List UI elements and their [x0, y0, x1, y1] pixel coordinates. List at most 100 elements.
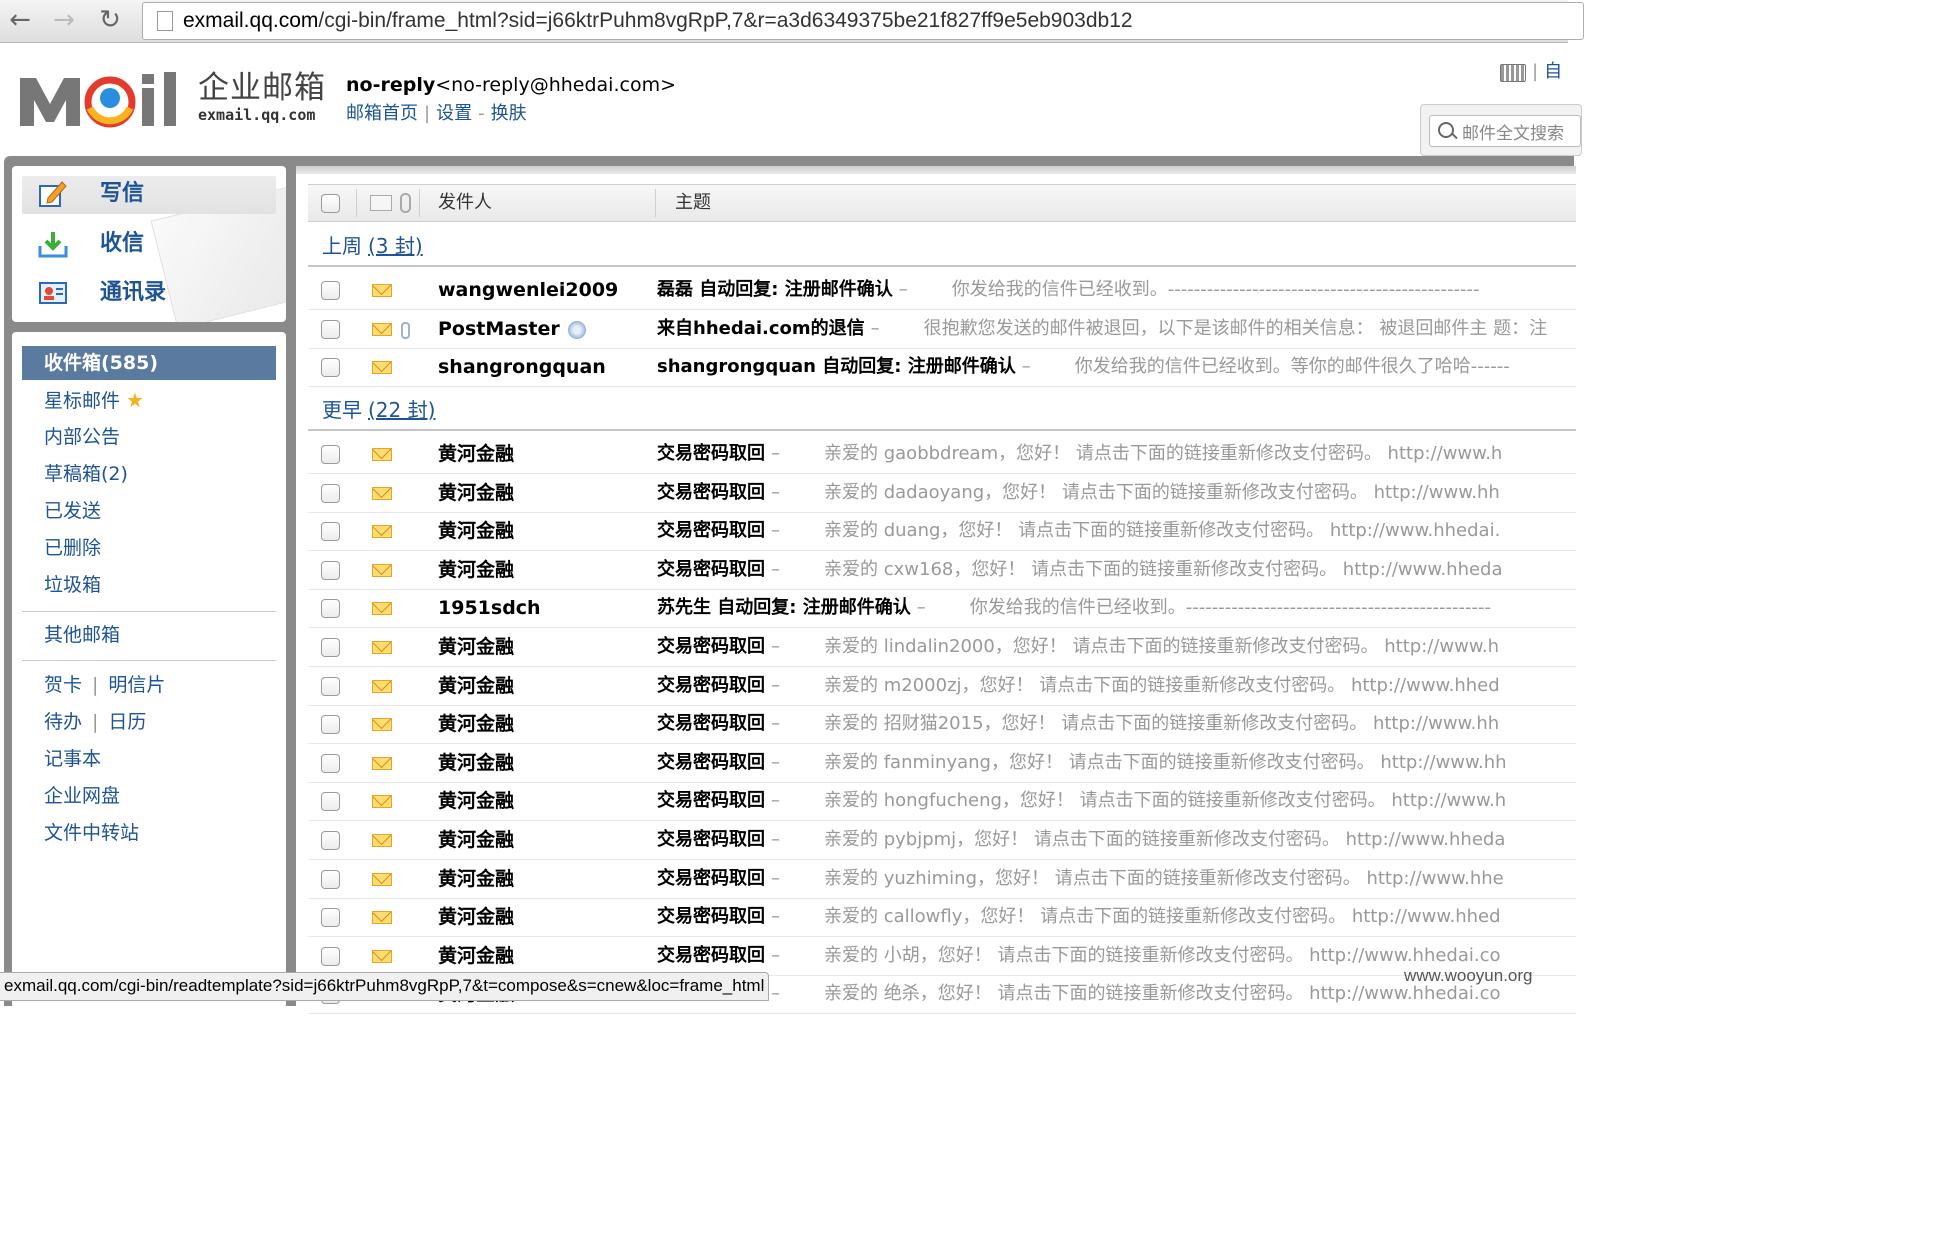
message-sender[interactable]: 黄河金融 — [438, 937, 514, 975]
message-row[interactable]: 黄河金融 交易密码取回 – 亲爱的 小胡，您好！ 请点击下面的链接重新修改支付密码。 … — [308, 937, 1576, 976]
message-sender[interactable]: 黄河金融 — [438, 705, 514, 743]
mailbox-home-link[interactable]: 邮箱首页 — [346, 103, 418, 124]
message-subject-line[interactable]: 交易密码取回 – 亲爱的 dadaoyang，您好！ 请点击下面的链接重新修改支付密… — [657, 474, 1576, 512]
message-sender[interactable]: 黄河金融 — [438, 821, 514, 859]
message-sender[interactable]: 黄河金融 — [438, 551, 514, 589]
folder-drafts[interactable]: 草稿箱(2) — [22, 457, 276, 491]
message-row[interactable]: 黄河金融 交易密码取回 – 亲爱的 yuzhiming，您好！ 请点击下面的链接重新修… — [308, 860, 1576, 899]
row-checkbox[interactable] — [321, 445, 340, 464]
file-transfer-link[interactable]: 文件中转站 — [22, 816, 276, 850]
message-sender[interactable]: 黄河金融 — [438, 435, 514, 473]
todo-link[interactable]: 待办 — [44, 711, 82, 733]
message-subject-line[interactable]: 苏先生 自动回复: 注册邮件确认 – 你发给我的信件已经收到。-----------… — [657, 589, 1576, 627]
folder-other-mailboxes[interactable]: 其他邮箱 — [22, 618, 276, 652]
message-subject-line[interactable]: 交易密码取回 – 亲爱的 pybjpmj，您好！ 请点击下面的链接重新修改支付密码。… — [657, 821, 1576, 859]
contacts-button[interactable]: 通讯录 — [22, 275, 276, 313]
message-subject-line[interactable]: 交易密码取回 – 亲爱的 cxw168，您好！ 请点击下面的链接重新修改支付密码。 … — [657, 551, 1576, 589]
message-sender[interactable]: 黄河金融 — [438, 898, 514, 936]
change-skin-link[interactable]: 换肤 — [491, 103, 527, 124]
sender-column-header[interactable]: 发件人 — [438, 185, 492, 221]
row-checkbox[interactable] — [321, 638, 340, 657]
message-subject-line[interactable]: 交易密码取回 – 亲爱的 duang，您好！ 请点击下面的链接重新修改支付密码。 h… — [657, 512, 1576, 550]
folder-announcements[interactable]: 内部公告 — [22, 420, 276, 454]
top-right-link[interactable]: 自 — [1544, 61, 1562, 82]
url-text[interactable]: exmail.qq.com/cgi-bin/frame_html?sid=j66… — [183, 7, 1133, 35]
message-row[interactable]: wangwenlei2009 磊磊 自动回复: 注册邮件确认 – 你发给我的信件已经收… — [308, 271, 1576, 310]
message-subject-line[interactable]: 磊磊 自动回复: 注册邮件确认 – 你发给我的信件已经收到。------------… — [657, 271, 1576, 309]
message-row[interactable]: 黄河金融 交易密码取回 – 亲爱的 招财猫2015，您好！ 请点击下面的链接重新修改支… — [308, 705, 1576, 744]
message-row[interactable]: 黄河金融 交易密码取回 – 亲爱的 pybjpmj，您好！ 请点击下面的链接重新修改支… — [308, 821, 1576, 860]
row-checkbox[interactable] — [321, 870, 340, 889]
row-checkbox[interactable] — [321, 831, 340, 850]
row-checkbox[interactable] — [321, 484, 340, 503]
keyboard-icon[interactable] — [1500, 64, 1526, 82]
group-count-link[interactable]: (3 封) — [368, 234, 423, 258]
message-row[interactable]: 黄河金融 交易密码取回 – 亲爱的 fanminyang，您好！ 请点击下面的链接重新… — [308, 744, 1576, 783]
group-count-link[interactable]: (22 封) — [368, 398, 435, 422]
message-sender[interactable]: 黄河金融 — [438, 744, 514, 782]
message-subject-line[interactable]: shangrongquan 自动回复: 注册邮件确认 – 你发给我的信件已经收到。等… — [657, 348, 1576, 386]
message-row[interactable]: 黄河金融 交易密码取回 – 亲爱的 m2000zj，您好！ 请点击下面的链接重新修改支… — [308, 667, 1576, 706]
calendar-link[interactable]: 日历 — [108, 711, 146, 733]
notepad-link[interactable]: 记事本 — [22, 742, 276, 776]
message-sender[interactable]: 黄河金融 — [438, 474, 514, 512]
settings-link[interactable]: 设置 — [436, 103, 472, 124]
message-subject-line[interactable]: 交易密码取回 – 亲爱的 m2000zj，您好！ 请点击下面的链接重新修改支付密码。… — [657, 667, 1576, 705]
message-subject-line[interactable]: 交易密码取回 – 亲爱的 招财猫2015，您好！ 请点击下面的链接重新修改支付密码。… — [657, 705, 1576, 743]
row-checkbox[interactable] — [321, 754, 340, 773]
row-checkbox[interactable] — [321, 561, 340, 580]
message-row[interactable]: PostMaster 来自hhedai.com的退信 – 很抱歉您发送的邮件被退回，以… — [308, 310, 1576, 349]
folder-deleted[interactable]: 已删除 — [22, 531, 276, 565]
message-subject-line[interactable]: 交易密码取回 – 亲爱的 hongfucheng，您好！ 请点击下面的链接重新修改支… — [657, 782, 1576, 820]
message-sender[interactable]: PostMaster — [438, 310, 586, 348]
row-checkbox[interactable] — [321, 792, 340, 811]
row-checkbox[interactable] — [321, 599, 340, 618]
card-link[interactable]: 贺卡 — [44, 674, 82, 696]
mail-logo[interactable] — [16, 68, 188, 130]
folder-starred[interactable]: 星标邮件 ★ — [22, 383, 276, 417]
message-sender[interactable]: 黄河金融 — [438, 512, 514, 550]
compose-button[interactable]: 写信 — [22, 176, 276, 214]
back-arrow-icon[interactable]: ← — [4, 4, 36, 36]
forward-arrow-icon[interactable]: → — [48, 4, 80, 36]
message-row[interactable]: 黄河金融 交易密码取回 – 亲爱的 dadaoyang，您好！ 请点击下面的链接重新修… — [308, 474, 1576, 513]
message-row[interactable]: 黄河金融 交易密码取回 – 亲爱的 cxw168，您好！ 请点击下面的链接重新修改支付… — [308, 551, 1576, 590]
address-bar[interactable]: exmail.qq.com/cgi-bin/frame_html?sid=j66… — [142, 2, 1584, 40]
message-sender[interactable]: 黄河金融 — [438, 782, 514, 820]
row-checkbox[interactable] — [321, 358, 340, 377]
message-row[interactable]: 黄河金融 交易密码取回 – 亲爱的 duang，您好！ 请点击下面的链接重新修改支付密… — [308, 512, 1576, 551]
folder-sent[interactable]: 已发送 — [22, 494, 276, 528]
message-row[interactable]: shangrongquan shangrongquan 自动回复: 注册邮件确认 –… — [308, 348, 1576, 387]
read-status-column-icon[interactable] — [370, 195, 392, 211]
folder-inbox[interactable]: 收件箱(585) — [22, 346, 276, 380]
message-subject-line[interactable]: 交易密码取回 – 亲爱的 lindalin2000，您好！ 请点击下面的链接重新修改… — [657, 628, 1576, 666]
folder-spam[interactable]: 垃圾箱 — [22, 568, 276, 602]
message-sender[interactable]: 黄河金融 — [438, 860, 514, 898]
message-sender[interactable]: wangwenlei2009 — [438, 271, 618, 309]
row-checkbox[interactable] — [321, 908, 340, 927]
message-row[interactable]: 黄河金融 交易密码取回 – 亲爱的 callowfly，您好！ 请点击下面的链接重新修… — [308, 898, 1576, 937]
row-checkbox[interactable] — [321, 715, 340, 734]
row-checkbox[interactable] — [321, 677, 340, 696]
postcard-link[interactable]: 明信片 — [108, 674, 165, 696]
message-row[interactable]: 黄河金融 交易密码取回 – 亲爱的 lindalin2000，您好！ 请点击下面的链接… — [308, 628, 1576, 667]
row-checkbox[interactable] — [321, 522, 340, 541]
netdisk-link[interactable]: 企业网盘 — [22, 779, 276, 813]
message-sender[interactable]: 黄河金融 — [438, 628, 514, 666]
message-subject-line[interactable]: 来自hhedai.com的退信 – 很抱歉您发送的邮件被退回，以下是该邮件的相关信息… — [657, 310, 1576, 348]
message-sender[interactable]: 黄河金融 — [438, 667, 514, 705]
subject-column-header[interactable]: 主题 — [675, 185, 711, 221]
select-all-checkbox[interactable] — [321, 194, 340, 213]
message-row[interactable]: 黄河金融 交易密码取回 – 亲爱的 hongfucheng，您好！ 请点击下面的链接重… — [308, 782, 1576, 821]
message-subject-line[interactable]: 交易密码取回 – 亲爱的 fanminyang，您好！ 请点击下面的链接重新修改支付… — [657, 744, 1576, 782]
message-subject-line[interactable]: 交易密码取回 – 亲爱的 callowfly，您好！ 请点击下面的链接重新修改支付密… — [657, 898, 1576, 936]
message-sender[interactable]: 1951sdch — [438, 589, 541, 627]
message-subject-line[interactable]: 交易密码取回 – 亲爱的 yuzhiming，您好！ 请点击下面的链接重新修改支付密… — [657, 860, 1576, 898]
message-row[interactable]: 黄河金融 交易密码取回 – 亲爱的 gaobbdream，您好！ 请点击下面的链接重新… — [308, 435, 1576, 474]
row-checkbox[interactable] — [321, 281, 340, 300]
receive-mail-button[interactable]: 收信 — [22, 226, 276, 264]
reload-icon[interactable]: ↻ — [94, 4, 126, 36]
message-subject-line[interactable]: 交易密码取回 – 亲爱的 gaobbdream，您好！ 请点击下面的链接重新修改支付… — [657, 435, 1576, 473]
search-input[interactable]: 邮件全文搜索 — [1429, 115, 1581, 147]
message-row[interactable]: 1951sdch 苏先生 自动回复: 注册邮件确认 – 你发给我的信件已经收到。---… — [308, 589, 1576, 628]
